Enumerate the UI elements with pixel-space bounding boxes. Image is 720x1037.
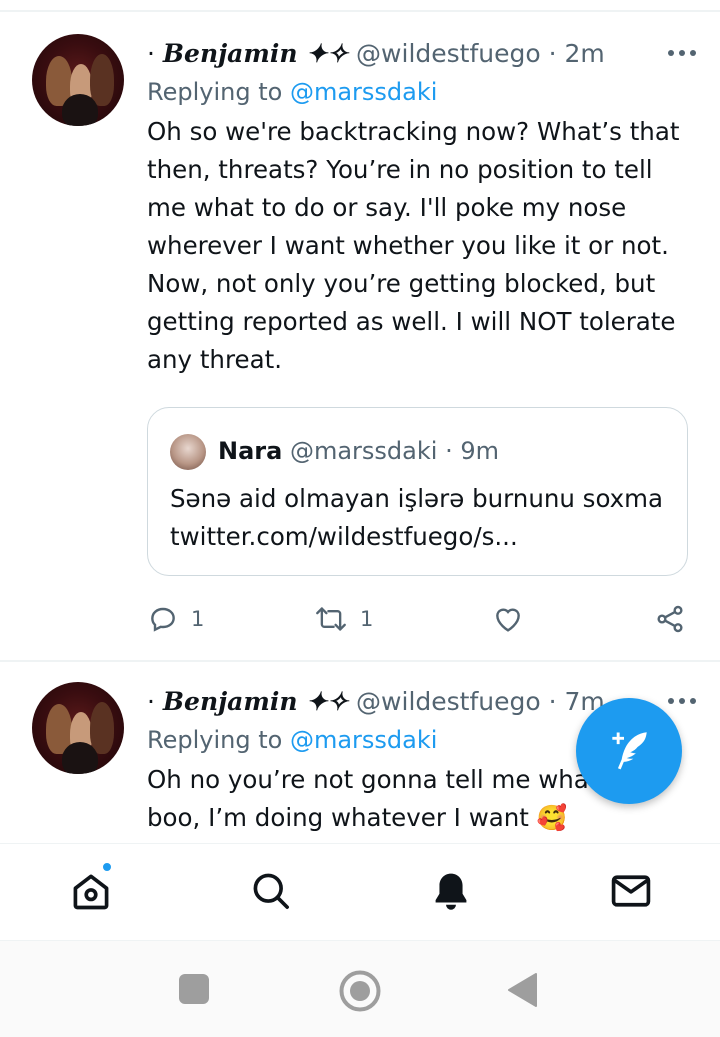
- recents-button[interactable]: [178, 973, 210, 1005]
- handle[interactable]: @wildestfuego: [356, 687, 541, 716]
- nav-messages[interactable]: [606, 866, 656, 916]
- heart-icon: [496, 608, 520, 632]
- search-icon: [253, 873, 289, 909]
- reply-icon: [151, 607, 175, 632]
- tweet-1[interactable]: · Benjamin ✦✧ @wildestfuego · 2m Replyin…: [0, 0, 720, 660]
- back-triangle-icon: [508, 973, 537, 1007]
- mention-link[interactable]: @marssdaki: [290, 78, 437, 106]
- display-name[interactable]: Benjamin ✦✧: [163, 687, 348, 716]
- quoted-tweet[interactable]: Nara @marssdaki · 9m Sənə aid olmayan iş…: [147, 407, 688, 576]
- avatar[interactable]: [32, 682, 124, 774]
- avatar[interactable]: [32, 34, 124, 126]
- compose-tweet-button[interactable]: [576, 698, 682, 804]
- timestamp[interactable]: 2m: [565, 39, 605, 68]
- quote-text: Sənə aid olmayan işlərə burnunu soxma tw…: [170, 484, 664, 551]
- display-name[interactable]: Benjamin ✦✧: [163, 39, 348, 68]
- share-button[interactable]: [654, 596, 686, 642]
- home-icon: [73, 874, 109, 910]
- tweet-header: · Benjamin ✦✧ @wildestfuego · 2m: [147, 39, 605, 68]
- reply-button[interactable]: 1: [147, 596, 204, 642]
- nav-home[interactable]: [66, 866, 116, 916]
- retweet-count: 1: [360, 607, 374, 631]
- recents-square-icon: [179, 974, 209, 1004]
- nav-notifications[interactable]: [426, 866, 476, 916]
- reply-count: 1: [191, 607, 205, 631]
- system-navigation-bar: [0, 941, 720, 1037]
- back-button[interactable]: [506, 972, 538, 1008]
- retweet-icon: [316, 607, 346, 631]
- handle[interactable]: @wildestfuego: [356, 39, 541, 68]
- quote-header: Nara @marssdaki · 9m: [218, 437, 499, 465]
- tweet-text: Oh so we're backtracking now? What’s tha…: [147, 117, 680, 374]
- bottom-navigation: [0, 843, 720, 941]
- home-circle-icon: [339, 970, 381, 1012]
- quote-avatar: [170, 434, 206, 470]
- quote-display-name: Nara: [218, 437, 283, 465]
- retweet-button[interactable]: 1: [314, 596, 373, 642]
- home-notification-dot: [101, 861, 113, 873]
- quote-handle: @marssdaki: [289, 437, 438, 465]
- messages-envelope-icon: [611, 875, 651, 907]
- mention-link[interactable]: @marssdaki: [290, 726, 437, 754]
- replying-to: Replying to @marssdaki: [147, 78, 438, 106]
- system-home-button[interactable]: [338, 969, 382, 1013]
- like-button[interactable]: [492, 596, 524, 642]
- tweet-actions: 1 1: [0, 596, 720, 642]
- notifications-bell-icon: [435, 873, 467, 910]
- quote-timestamp: 9m: [460, 437, 499, 465]
- compose-feather-icon: [612, 732, 647, 770]
- nav-search[interactable]: [246, 866, 296, 916]
- share-icon: [657, 605, 683, 633]
